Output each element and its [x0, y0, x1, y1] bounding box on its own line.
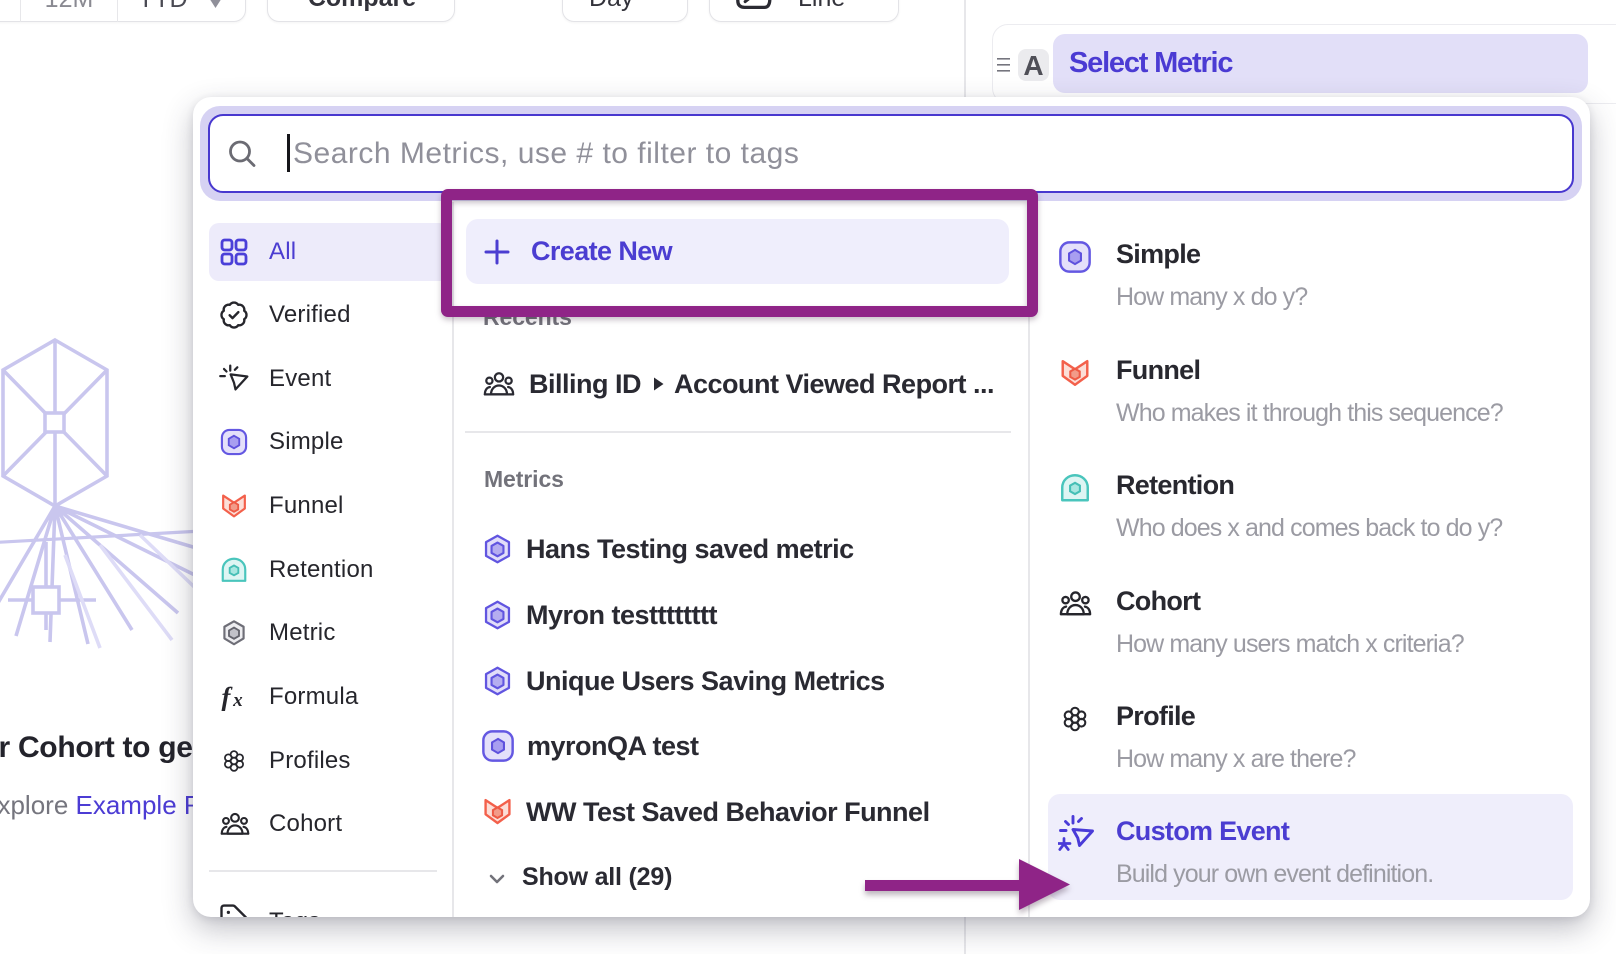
svg-text:x: x [232, 690, 243, 711]
svg-text:f: f [222, 682, 234, 711]
